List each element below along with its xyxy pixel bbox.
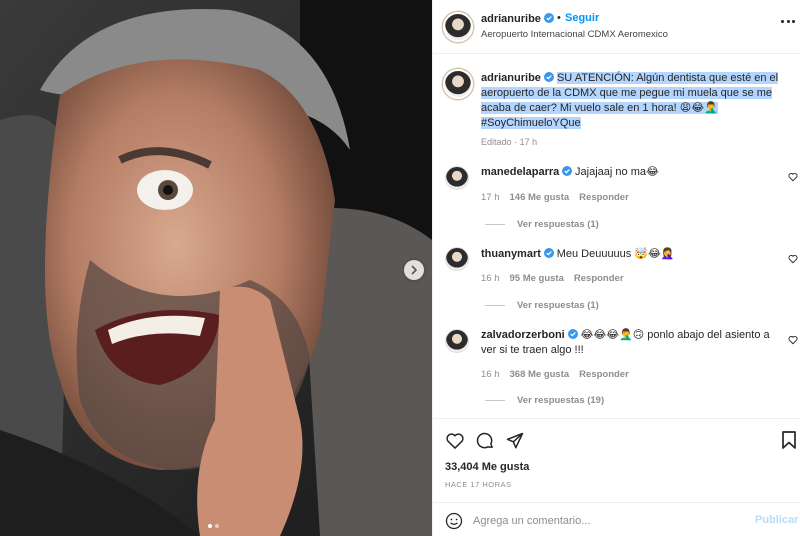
commenter-username[interactable]: zalvadorzerboni bbox=[481, 329, 565, 341]
heart-icon[interactable] bbox=[788, 254, 798, 264]
view-replies-label: Ver respuestas (1) bbox=[517, 219, 599, 230]
comment-input[interactable] bbox=[473, 512, 743, 530]
comment-time[interactable]: 16 h bbox=[481, 273, 500, 284]
bookmark-icon[interactable] bbox=[781, 431, 797, 449]
carousel-dot-active bbox=[208, 524, 212, 528]
post-time-ago[interactable]: HACE 17 HORAS bbox=[445, 480, 512, 489]
post-actions: 33,404 Me gusta HACE 17 HORAS Publicar bbox=[433, 418, 800, 536]
author-username[interactable]: adrianuribe bbox=[481, 13, 554, 25]
caption-hashtag[interactable]: #SoyChimueloYQue bbox=[481, 117, 581, 129]
follow-button[interactable]: Seguir bbox=[565, 12, 599, 24]
heart-icon[interactable] bbox=[445, 431, 465, 451]
carousel-dot bbox=[215, 524, 219, 528]
comment-likes[interactable]: 146 Me gusta bbox=[510, 192, 570, 203]
verified-badge-icon bbox=[562, 166, 573, 176]
heart-icon[interactable] bbox=[788, 335, 798, 345]
commenter-avatar[interactable] bbox=[445, 166, 469, 190]
comment-likes[interactable]: 368 Me gusta bbox=[510, 369, 570, 380]
caption-avatar[interactable] bbox=[443, 69, 473, 99]
comment-meta: 16 h 368 Me gusta Responder bbox=[481, 369, 629, 380]
post-media[interactable] bbox=[0, 0, 432, 536]
post-photo bbox=[0, 0, 432, 536]
commenter-username[interactable]: thuanymart bbox=[481, 248, 541, 260]
verified-badge-icon bbox=[543, 72, 554, 82]
comment-icon[interactable] bbox=[475, 431, 495, 451]
view-replies-button[interactable]: Ver respuestas (1) bbox=[485, 300, 599, 311]
comment-time[interactable]: 17 h bbox=[481, 192, 500, 203]
view-replies-label: Ver respuestas (19) bbox=[517, 395, 605, 406]
view-replies-button[interactable]: Ver respuestas (1) bbox=[485, 219, 599, 230]
view-replies-button[interactable]: Ver respuestas (19) bbox=[485, 395, 604, 406]
post-location[interactable]: Aeropuerto Internacional CDMX Aeromexico bbox=[481, 29, 668, 40]
reply-button[interactable]: Responder bbox=[579, 192, 629, 203]
comment-composer: Publicar bbox=[433, 502, 800, 536]
comment-time[interactable]: 16 h bbox=[481, 369, 500, 380]
more-options-icon[interactable] bbox=[781, 20, 795, 24]
comment-text: Jajajaaj no ma😂 bbox=[575, 166, 659, 178]
reply-button[interactable]: Responder bbox=[579, 369, 629, 380]
comment-text: Meu Deuuuuus 🤯😂🤦‍♀️ bbox=[556, 248, 675, 260]
follow-separator: • bbox=[557, 12, 561, 24]
reply-button[interactable]: Responder bbox=[574, 273, 624, 284]
edited-label: Editado bbox=[481, 137, 512, 147]
author-avatar[interactable] bbox=[443, 12, 473, 42]
author-username-text: adrianuribe bbox=[481, 13, 541, 25]
post-modal: adrianuribe • Seguir Aeropuerto Internac… bbox=[0, 0, 800, 536]
meta-separator: · bbox=[514, 137, 518, 147]
caption-time[interactable]: 17 h bbox=[520, 137, 538, 147]
commenter-username[interactable]: manedelaparra bbox=[481, 166, 559, 178]
post-header: adrianuribe • Seguir Aeropuerto Internac… bbox=[433, 0, 800, 54]
comment-meta: 17 h 146 Me gusta Responder bbox=[481, 192, 629, 203]
caption-username[interactable]: adrianuribe bbox=[481, 72, 541, 84]
action-icons bbox=[445, 431, 525, 451]
replies-line bbox=[485, 305, 505, 306]
chevron-right-icon bbox=[411, 265, 418, 275]
comment-meta: 16 h 95 Me gusta Responder bbox=[481, 273, 624, 284]
heart-icon[interactable] bbox=[788, 172, 798, 182]
carousel-dots bbox=[208, 524, 219, 528]
verified-badge-icon bbox=[567, 329, 578, 339]
comment-likes[interactable]: 95 Me gusta bbox=[510, 273, 564, 284]
next-slide-button[interactable] bbox=[404, 260, 424, 280]
caption-meta: Editado · 17 h bbox=[481, 137, 537, 147]
emoji-icon[interactable] bbox=[445, 512, 463, 530]
post-caption: adrianuribe SU ATENCIÓN: Algún dentista … bbox=[481, 71, 781, 131]
verified-badge-icon bbox=[543, 13, 554, 23]
likes-count[interactable]: 33,404 Me gusta bbox=[445, 461, 529, 473]
verified-badge-icon bbox=[543, 248, 554, 258]
publish-button[interactable]: Publicar bbox=[755, 514, 798, 526]
replies-line bbox=[485, 400, 505, 401]
view-replies-label: Ver respuestas (1) bbox=[517, 300, 599, 311]
post-side-panel: adrianuribe • Seguir Aeropuerto Internac… bbox=[432, 0, 800, 536]
commenter-avatar[interactable] bbox=[445, 247, 469, 271]
replies-line bbox=[485, 224, 505, 225]
share-icon[interactable] bbox=[505, 431, 525, 451]
commenter-avatar[interactable] bbox=[445, 329, 469, 353]
